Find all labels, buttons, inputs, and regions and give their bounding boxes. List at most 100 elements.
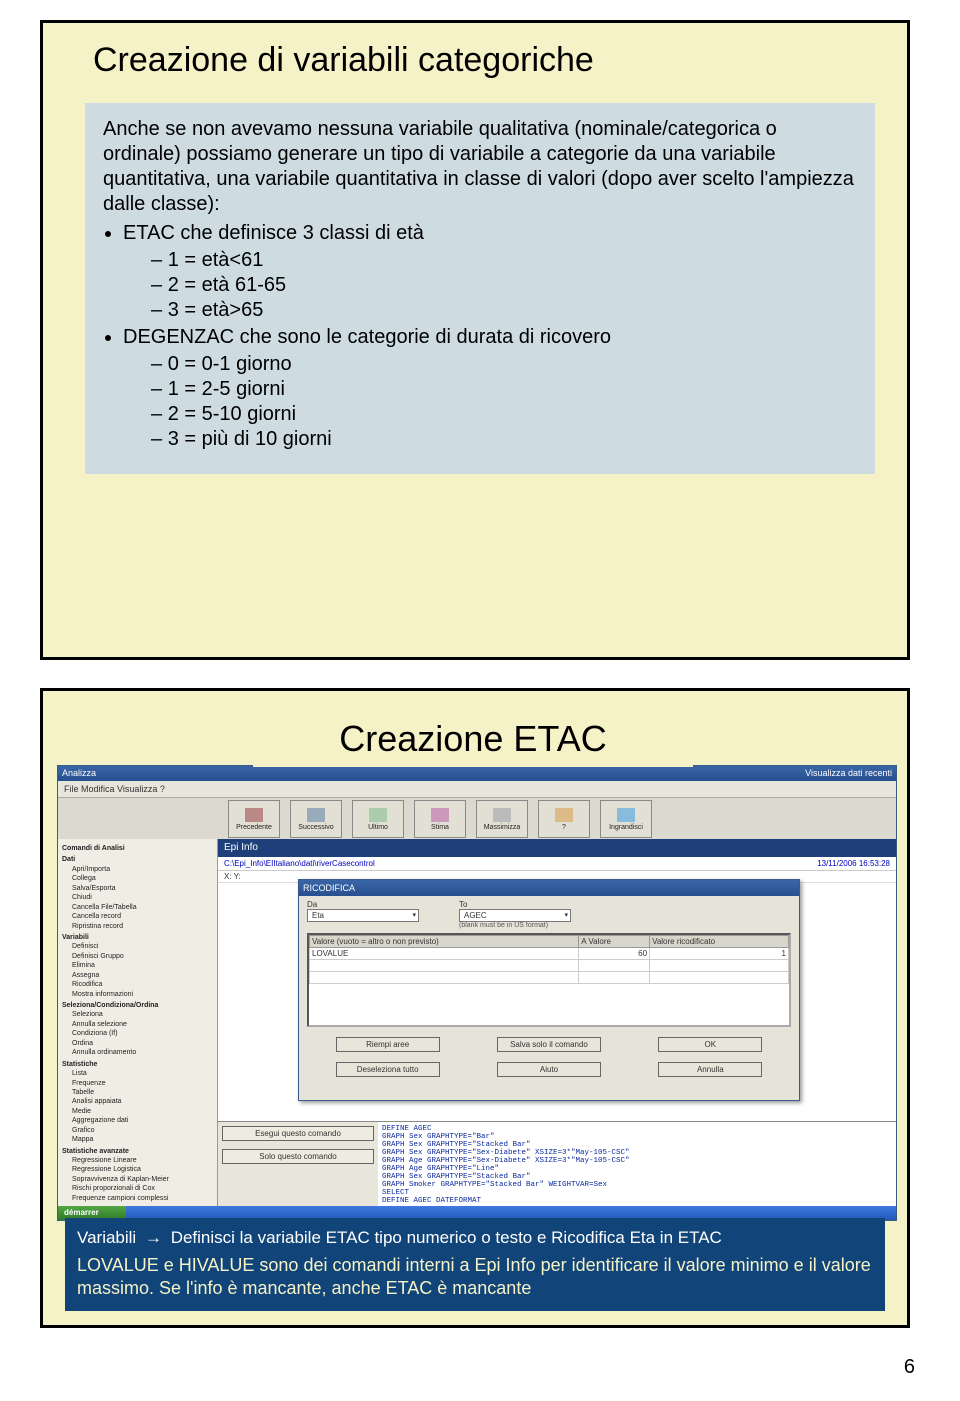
dlg-ok-button[interactable]: OK [658, 1037, 762, 1052]
degenzac-class-2: 2 = 5-10 giorni [151, 402, 857, 427]
slide-2-title-box: Creazione ETAC [253, 711, 693, 767]
main-header: Epi Info [218, 839, 896, 857]
sidebar-item[interactable]: Elimina [62, 961, 215, 970]
grid-cell[interactable]: 1 [650, 948, 789, 960]
estimate-icon [431, 808, 449, 822]
etac-class-2: 2 = età 61-65 [151, 273, 857, 298]
degenzac-class-0: 0 = 0-1 giorno [151, 352, 857, 377]
footer-line-1: Variabili → Definisci la variabile ETAC … [77, 1228, 873, 1248]
dlg-to-label: To [459, 900, 571, 909]
dlg-from-select[interactable]: Eta [307, 909, 419, 922]
sidebar-item[interactable]: Frequenze campioni complessi [62, 1194, 215, 1203]
grid-header-2: A Valore [579, 936, 650, 948]
slide-1-intro: Anche se non avevamo nessuna variabile q… [103, 117, 857, 217]
toolbar-last-button[interactable]: Ultimo [352, 800, 404, 838]
sidebar-item[interactable]: Ordina [62, 1039, 215, 1048]
dlg-to-select[interactable]: AGEC [459, 909, 571, 922]
sidebar-group-variabili[interactable]: Variabili [62, 933, 215, 942]
sidebar-item[interactable]: Collega [62, 874, 215, 883]
sidebar-item[interactable]: Ricodifica [62, 980, 215, 989]
slide-1-bullet-list: ETAC che definisce 3 classi di età 1 = e… [103, 221, 857, 452]
toolbar-next-button[interactable]: Successivo [290, 800, 342, 838]
dlg-deselect-button[interactable]: Deseleziona tutto [336, 1062, 440, 1077]
sidebar-item[interactable]: Cancella record [62, 912, 215, 921]
toolbar-prev-button[interactable]: Precedente [228, 800, 280, 838]
sidebar-item[interactable]: Annulla ordinamento [62, 1048, 215, 1057]
sidebar-group-select[interactable]: Seleziona/Condiziona/Ordina [62, 1001, 215, 1010]
sidebar-item[interactable]: Cancella File/Tabella [62, 903, 215, 912]
titlebar-right: Visualizza dati recenti [805, 766, 892, 781]
sidebar-group-stats[interactable]: Statistiche [62, 1060, 215, 1069]
maximize-icon [493, 808, 511, 822]
sidebar-group-advstats[interactable]: Statistiche avanzate [62, 1147, 215, 1156]
toolbar-estimate-button[interactable]: Stima [414, 800, 466, 838]
help-icon [555, 808, 573, 822]
sidebar-item[interactable]: Frequenze [62, 1079, 215, 1088]
sidebar-item[interactable]: Regressione Logistica [62, 1165, 215, 1174]
slide-2-footer: Variabili → Definisci la variabile ETAC … [65, 1218, 885, 1311]
toolbar-maximize-button[interactable]: Massimizza [476, 800, 528, 838]
slide-1-body: Anche se non avevamo nessuna variabile q… [85, 103, 875, 474]
sidebar-item[interactable]: Definisci [62, 942, 215, 951]
sidebar-item[interactable]: Assegna [62, 971, 215, 980]
recode-dialog: RICODIFICA Da Eta To AGEC (blan [298, 879, 800, 1101]
footer-definisci: Definisci la variabile ETAC tipo numeric… [171, 1228, 722, 1247]
arrow-icon: → [145, 1228, 162, 1248]
dlg-saveonly-button[interactable]: Salva solo il comando [497, 1037, 601, 1052]
run-command-button[interactable]: Esegui questo comando [222, 1126, 374, 1141]
sidebar-item[interactable]: Mostra informazioni [62, 990, 215, 999]
epiinfo-window: Analizza Visualizza dati recenti File Mo… [57, 765, 897, 1221]
dlg-from-label: Da [307, 900, 419, 909]
sidebar-item[interactable]: Medie [62, 1107, 215, 1116]
bullet-degenzac: DEGENZAC che sono le categorie di durata… [123, 325, 857, 452]
sidebar-item[interactable]: Sopravvivenza di Kaplan-Meier [62, 1175, 215, 1184]
footer-line-2: LOVALUE e HIVALUE sono dei comandi inter… [77, 1254, 873, 1299]
toolbar-help-button[interactable]: ? [538, 800, 590, 838]
sidebar-item[interactable]: Condiziona (If) [62, 1029, 215, 1038]
main-pane: Epi Info C:\Epi_Info\EIItaliano\dati\riv… [218, 839, 896, 1206]
sidebar-item[interactable]: Ripristina record [62, 922, 215, 931]
sidebar-item[interactable]: Rischi proporzionali di Cox [62, 1184, 215, 1193]
dlg-fill-button[interactable]: Riempi aree [336, 1037, 440, 1052]
grid-header-1: Valore (vuoto = altro o non previsto) [310, 936, 579, 948]
sidebar-item[interactable]: Seleziona [62, 1010, 215, 1019]
dlg-cancel-button[interactable]: Annulla [658, 1062, 762, 1077]
sidebar-group-analysis: Comandi di Analisi [62, 844, 215, 853]
degenzac-class-3: 3 = più di 10 giorni [151, 427, 857, 452]
sidebar-item[interactable]: Lista [62, 1069, 215, 1078]
grid-header-3: Valore ricodificato [650, 936, 789, 948]
degenzac-class-1: 1 = 2-5 giorni [151, 377, 857, 402]
slide-1-title: Creazione di variabili categoriche [93, 41, 857, 80]
slide-2-title: Creazione ETAC [339, 718, 606, 759]
sidebar-item[interactable]: Salva/Esporta [62, 884, 215, 893]
sidebar-item[interactable]: Tabelle [62, 1088, 215, 1097]
app-content: Comandi di Analisi Dati Apri/Importa Col… [58, 839, 896, 1206]
only-this-command-button[interactable]: Solo questo comando [222, 1149, 374, 1164]
dialog-title: RICODIFICA [299, 880, 799, 896]
command-sidebar: Comandi di Analisi Dati Apri/Importa Col… [58, 839, 218, 1206]
main-path: C:\Epi_Info\EIItaliano\dati\riverCasecon… [218, 857, 896, 871]
app-menubar[interactable]: File Modifica Visualizza ? [58, 781, 896, 798]
slide-2-frame: Analizza Visualizza dati recenti File Mo… [40, 688, 910, 1328]
bullet-degenzac-text: DEGENZAC che sono le categorie di durata… [123, 326, 611, 348]
sidebar-item[interactable]: Definisci Gruppo [62, 952, 215, 961]
sidebar-item[interactable]: Mappa [62, 1135, 215, 1144]
dlg-grid[interactable]: Valore (vuoto = altro o non previsto) A … [307, 933, 791, 1027]
sidebar-item[interactable]: Chiudi [62, 893, 215, 902]
dlg-hint: (blank must be in US format) [459, 922, 571, 929]
dlg-help-button[interactable]: Aiuto [497, 1062, 601, 1077]
timestamp: 13/11/2006 16:53:28 [817, 859, 890, 868]
sidebar-item[interactable]: Analisi appaiata [62, 1097, 215, 1106]
sidebar-item[interactable]: Aggregazione dati [62, 1116, 215, 1125]
sidebar-group-dati[interactable]: Dati [62, 855, 215, 864]
grid-cell[interactable]: LOVALUE [310, 948, 579, 960]
sidebar-item[interactable]: Regressione Lineare [62, 1156, 215, 1165]
sidebar-item[interactable]: Apri/Importa [62, 865, 215, 874]
grid-cell[interactable]: 60 [579, 948, 650, 960]
etac-class-1: 1 = età<61 [151, 248, 857, 273]
code-pane: Esegui questo comando Solo questo comand… [218, 1121, 896, 1206]
sidebar-item[interactable]: Grafico [62, 1126, 215, 1135]
sidebar-item[interactable]: Annulla selezione [62, 1020, 215, 1029]
code-listing[interactable]: DEFINE AGEC GRAPH Sex GRAPHTYPE="Bar" GR… [378, 1122, 896, 1206]
toolbar-zoom-button[interactable]: Ingrandisci [600, 800, 652, 838]
